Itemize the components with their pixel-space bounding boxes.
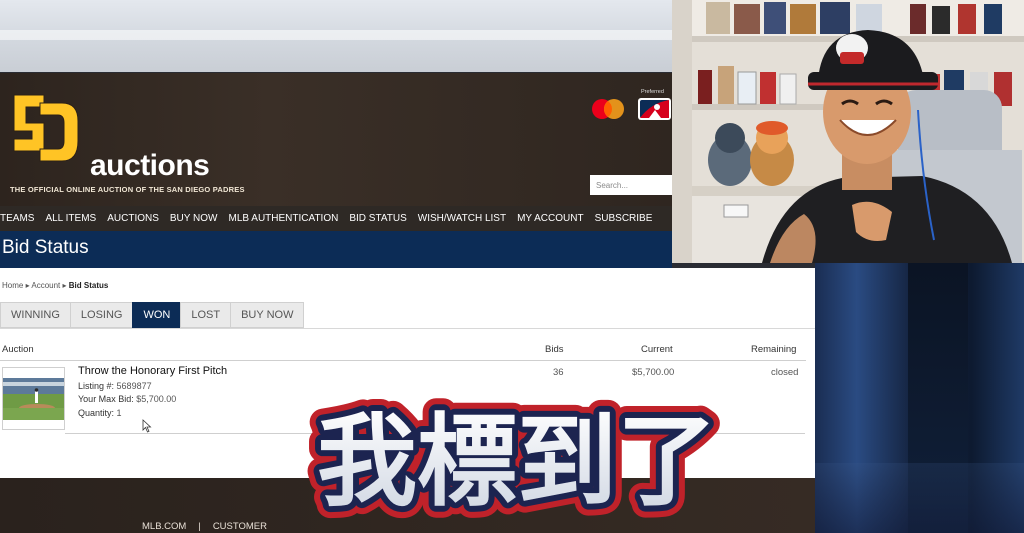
footer-separator: |: [198, 521, 201, 532]
footer-links: MLB.COM | CUSTOMER: [142, 521, 267, 532]
bids-value: 36: [553, 367, 564, 378]
search-input[interactable]: [590, 175, 672, 195]
tab-losing[interactable]: LOSING: [69, 302, 134, 328]
nav-my-account[interactable]: MY ACCOUNT: [517, 213, 584, 224]
breadcrumb-current: Bid Status: [68, 281, 109, 290]
nav-buy-now[interactable]: BUY NOW: [170, 213, 218, 224]
nav-mlb-authentication[interactable]: MLB AUTHENTICATION: [229, 213, 339, 224]
baseball-field-image: [3, 368, 64, 429]
tab-winning[interactable]: WINNING: [0, 302, 71, 328]
blur-band: [815, 463, 1024, 533]
current-value: $5,700.00: [632, 367, 675, 378]
listing-value: 5689877: [116, 381, 152, 391]
mastercard-logo: [592, 99, 624, 119]
blurred-background: [0, 0, 672, 72]
breadcrumb-separator: ▸: [62, 281, 67, 290]
webcam-overlay: [672, 0, 1024, 263]
main-nav: TEAMS ALL ITEMS AUCTIONS BUY NOW MLB AUT…: [0, 206, 672, 231]
listing-number: Listing #: 5689877: [78, 381, 152, 391]
max-bid-label: Your Max Bid:: [78, 394, 134, 404]
video-frame: auctions THE OFFICIAL ONLINE AUCTION OF …: [0, 0, 1024, 533]
header-bids: Bids: [545, 344, 564, 355]
table-header: Auction Bids Current Remaining: [0, 340, 815, 360]
quantity: Quantity: 1: [78, 408, 122, 418]
max-bid: Your Max Bid: $5,700.00: [78, 394, 176, 404]
video-caption: 我標到了 我標到了 我標到了: [305, 391, 729, 532]
quantity-label: Quantity:: [78, 408, 115, 418]
item-title[interactable]: Throw the Honorary First Pitch: [78, 365, 227, 377]
breadcrumb-account[interactable]: Account: [31, 281, 60, 290]
breadcrumb: Home ▸ Account ▸ Bid Status: [2, 281, 108, 290]
mlb-logo: [638, 98, 671, 120]
page-title: Bid Status: [2, 237, 89, 258]
max-bid-value: $5,700.00: [136, 394, 177, 404]
breadcrumb-home[interactable]: Home: [2, 281, 23, 290]
page-title-bar: Bid Status: [0, 231, 672, 268]
header-current: Current: [641, 344, 673, 355]
nav-bid-status[interactable]: BID STATUS: [349, 213, 406, 224]
header-remaining: Remaining: [751, 344, 797, 355]
tagline: THE OFFICIAL ONLINE AUCTION OF THE SAN D…: [10, 185, 245, 194]
tab-buy-now[interactable]: BUY NOW: [230, 302, 305, 328]
preferred-label: Preferred: [641, 89, 664, 95]
caption-text: 我標到了: [317, 403, 717, 520]
streamer-webcam-image: [672, 0, 1024, 263]
remaining-value: closed: [771, 367, 799, 378]
sd-logo[interactable]: [10, 89, 82, 169]
tab-won[interactable]: WON: [132, 302, 182, 328]
listing-label: Listing #:: [78, 381, 115, 391]
nav-all-items[interactable]: ALL ITEMS: [45, 213, 96, 224]
quantity-value: 1: [116, 408, 122, 418]
nav-subscribe[interactable]: SUBSCRIBE: [595, 213, 653, 224]
breadcrumb-separator: ▸: [25, 281, 30, 290]
nav-teams[interactable]: TEAMS: [0, 213, 34, 224]
bid-status-tabs: WINNING LOSING WON LOST BUY NOW: [0, 302, 305, 328]
nav-auctions[interactable]: AUCTIONS: [107, 213, 159, 224]
footer-link-mlb[interactable]: MLB.COM: [142, 521, 186, 532]
blurred-background-right: [815, 263, 1024, 533]
item-thumbnail[interactable]: [2, 367, 65, 430]
tab-lost[interactable]: LOST: [180, 302, 232, 328]
mouse-cursor-icon: [142, 419, 152, 433]
header-auction: Auction: [2, 344, 34, 355]
brand-word: auctions: [90, 149, 210, 182]
footer-link-customer[interactable]: CUSTOMER: [213, 521, 267, 532]
site-header: auctions THE OFFICIAL ONLINE AUCTION OF …: [0, 73, 672, 206]
divider: [0, 328, 815, 329]
nav-wish-watch-list[interactable]: WISH/WATCH LIST: [418, 213, 506, 224]
